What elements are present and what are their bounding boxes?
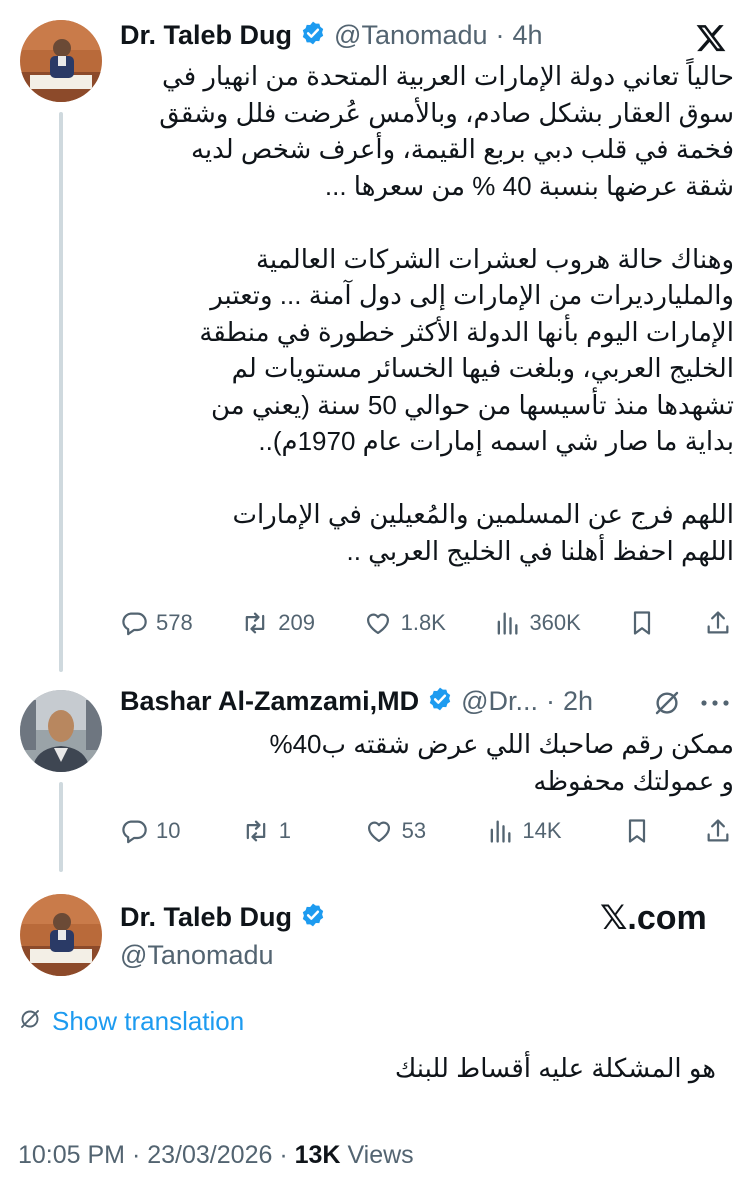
more-icon[interactable]	[700, 696, 730, 715]
thread-line-2	[59, 782, 63, 872]
tweet1-separator: ·	[495, 20, 505, 50]
footer-separator: ·	[279, 1141, 288, 1169]
verified-badge-icon	[427, 686, 453, 717]
show-translation-label[interactable]: Show translation	[52, 1006, 244, 1037]
grok-icon[interactable]	[652, 688, 682, 723]
repost-icon	[240, 609, 270, 637]
like-count: 53	[401, 818, 427, 843]
reply-button[interactable]: 578	[120, 609, 193, 637]
footer-separator: ·	[131, 1141, 141, 1169]
reply-button[interactable]: 10	[120, 817, 188, 845]
share-icon	[704, 609, 732, 637]
bookmark-button[interactable]	[623, 817, 651, 845]
tweet2-display-name[interactable]: Bashar Al-Zamzami,MD	[120, 686, 419, 717]
tweet1-display-name[interactable]: Dr. Taleb Dug	[120, 20, 292, 51]
share-icon	[704, 817, 732, 845]
x-logo-icon[interactable]	[694, 22, 728, 59]
reply-count: 10	[156, 818, 181, 843]
tweet3-display-name[interactable]: Dr. Taleb Dug	[120, 902, 292, 933]
tweet3-views-label: Views	[347, 1141, 414, 1169]
verified-badge-icon	[300, 902, 326, 933]
views-icon	[486, 817, 514, 845]
bookmark-button[interactable]	[628, 609, 656, 637]
like-button[interactable]: 1.8K	[363, 609, 446, 637]
share-button[interactable]	[704, 817, 732, 845]
like-icon	[364, 817, 394, 845]
tweet1-time[interactable]: 4h	[513, 20, 543, 51]
verified-badge-icon	[300, 20, 326, 51]
like-icon	[363, 609, 393, 637]
tweet3-views-count: 13K	[294, 1141, 341, 1169]
tweet3-header: Dr. Taleb Dug	[120, 902, 326, 933]
reply-icon	[120, 609, 148, 637]
repost-button[interactable]: 209	[240, 609, 315, 637]
translate-icon	[18, 1007, 42, 1036]
repost-icon	[241, 817, 271, 845]
tweet1-actions: 578 209 1.8K 360K	[120, 606, 732, 640]
tweet3-date[interactable]: 23/03/2026	[147, 1141, 272, 1169]
share-button[interactable]	[704, 609, 732, 637]
tweet3-avatar[interactable]	[20, 894, 102, 976]
bookmark-icon	[623, 817, 651, 845]
thread-line-1	[59, 112, 63, 672]
reply-icon	[120, 817, 148, 845]
repost-count: 1	[278, 818, 292, 843]
views-button[interactable]: 360K	[493, 609, 581, 637]
tweet3-handle[interactable]: @Tanomadu	[120, 940, 274, 971]
reply-count: 578	[156, 610, 193, 635]
tweet1-text: حالياً تعاني دولة الإمارات العربية المتح…	[159, 61, 734, 566]
tweet1-header: Dr. Taleb Dug @Tanomadu · 4h	[120, 20, 543, 51]
tweet2-actions: 10 1 53 14K	[120, 814, 732, 848]
show-translation-link[interactable]: Show translation	[18, 1006, 244, 1037]
tweet2-handle[interactable]: @Dr...	[461, 686, 538, 717]
tweet1-handle[interactable]: @Tanomadu	[334, 20, 488, 51]
views-button[interactable]: 14K	[486, 817, 570, 845]
like-count: 1.8K	[400, 610, 446, 635]
repost-button[interactable]: 1	[241, 817, 311, 845]
tweet2-avatar[interactable]	[20, 690, 102, 772]
tweet2-text: ممكن رقم صاحبك اللي عرض شقته ب40% و عمول…	[269, 729, 734, 796]
views-count: 360K	[529, 610, 581, 635]
like-button[interactable]: 53	[364, 817, 434, 845]
views-count: 14K	[522, 818, 562, 843]
brand-label: 𝕏.com	[600, 899, 707, 937]
views-icon	[493, 609, 521, 637]
repost-count: 209	[278, 610, 316, 635]
tweet1-avatar[interactable]	[20, 20, 102, 102]
tweet2-separator: ·	[546, 686, 555, 716]
bookmark-icon	[628, 609, 656, 637]
tweet3-footer: 10:05 PM · 23/03/2026 · 13K Views	[18, 1141, 414, 1170]
tweet2-header: Bashar Al-Zamzami,MD @Dr... · 2h	[120, 686, 593, 717]
tweet3-time[interactable]: 10:05 PM	[18, 1141, 125, 1169]
tweet3-text: هو المشكلة عليه أقساط للبنك	[394, 1053, 716, 1083]
tweet2-time[interactable]: 2h	[563, 686, 593, 717]
